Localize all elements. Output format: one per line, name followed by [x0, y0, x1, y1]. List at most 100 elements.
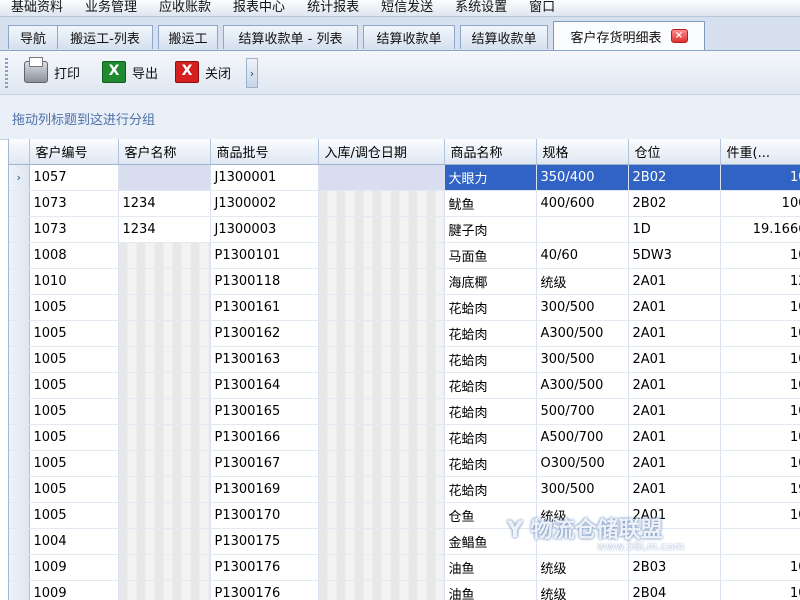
table-cell[interactable]: 油鱼 [444, 554, 537, 581]
toolbar-grip[interactable] [5, 58, 8, 88]
table-row[interactable]: ›1057 J1300001 大眼力350/4002B0210 [9, 164, 800, 191]
table-cell[interactable]: 花蛤肉 [444, 398, 537, 425]
row-indicator[interactable] [9, 268, 30, 295]
table-cell[interactable] [118, 268, 211, 295]
table-cell[interactable] [536, 528, 629, 555]
table-row[interactable]: 1005 P1300170 仓鱼统级2A0110 [9, 502, 800, 529]
table-cell[interactable]: 鱿鱼 [444, 190, 537, 217]
table-cell[interactable]: 花蛤肉 [444, 424, 537, 451]
table-cell[interactable] [318, 216, 445, 243]
table-cell[interactable]: 10 [720, 398, 800, 425]
table-row[interactable]: 1009 P1300176 油鱼统级2B0310 [9, 554, 800, 581]
table-cell[interactable] [318, 580, 445, 600]
row-indicator[interactable] [9, 372, 30, 399]
table-cell[interactable] [118, 372, 211, 399]
row-indicator[interactable] [9, 398, 30, 425]
tab-close-icon[interactable]: × [670, 29, 688, 43]
table-cell[interactable]: 100 [720, 190, 800, 217]
table-cell[interactable]: J1300003 [210, 216, 319, 243]
table-cell[interactable]: 19 [720, 476, 800, 503]
row-indicator[interactable] [9, 424, 30, 451]
table-row[interactable]: 1005 P1300163 花蛤肉300/5002A0110 [9, 346, 800, 373]
table-cell[interactable]: 花蛤肉 [444, 294, 537, 321]
table-cell[interactable]: 金鲳鱼 [444, 528, 537, 555]
tab-6[interactable]: 客户存货明细表 × [553, 21, 705, 50]
menu-item-5[interactable]: 短信发送 [370, 0, 444, 16]
table-cell[interactable]: A500/700 [536, 424, 629, 451]
table-cell[interactable]: 10 [720, 372, 800, 399]
table-cell[interactable]: 2A01 [628, 320, 721, 347]
table-cell[interactable]: 12 [720, 268, 800, 295]
table-cell[interactable] [628, 528, 721, 555]
table-cell[interactable]: A300/500 [536, 320, 629, 347]
column-header[interactable]: 客户名称 [118, 139, 211, 165]
table-cell[interactable]: 1005 [29, 294, 119, 321]
table-cell[interactable]: 1005 [29, 476, 119, 503]
row-indicator[interactable] [9, 528, 30, 555]
table-cell[interactable]: 统级 [536, 580, 629, 600]
table-row[interactable]: 1010 P1300118 海底椰统级2A0112 [9, 268, 800, 295]
table-row[interactable]: 1005 P1300169 花蛤肉300/5002A0119 [9, 476, 800, 503]
table-cell[interactable]: 1010 [29, 268, 119, 295]
table-cell[interactable]: 2A01 [628, 476, 721, 503]
column-header[interactable]: 客户编号 [29, 139, 119, 165]
table-cell[interactable] [318, 294, 445, 321]
table-cell[interactable]: 1234 [118, 216, 211, 243]
table-row[interactable]: 1005 P1300164 花蛤肉A300/5002A0110 [9, 372, 800, 399]
table-cell[interactable]: P1300164 [210, 372, 319, 399]
table-cell[interactable]: 1004 [29, 528, 119, 555]
menu-item-1[interactable]: 业务管理 [74, 0, 148, 16]
menu-item-4[interactable]: 统计报表 [296, 0, 370, 16]
column-header[interactable]: 商品批号 [210, 139, 319, 165]
table-cell[interactable]: 2A01 [628, 372, 721, 399]
table-cell[interactable] [318, 450, 445, 477]
table-cell[interactable] [118, 398, 211, 425]
column-header[interactable]: 件重(... [720, 139, 800, 165]
table-cell[interactable] [118, 450, 211, 477]
row-indicator[interactable] [9, 190, 30, 217]
menu-item-7[interactable]: 窗口 [518, 0, 566, 16]
column-header[interactable]: 仓位 [628, 139, 721, 165]
table-cell[interactable]: 2A01 [628, 450, 721, 477]
table-cell[interactable]: 10 [720, 502, 800, 529]
table-cell[interactable]: 500/700 [536, 398, 629, 425]
export-button[interactable]: X 导出 [102, 59, 158, 85]
table-cell[interactable]: 花蛤肉 [444, 476, 537, 503]
row-indicator[interactable] [9, 502, 30, 529]
table-cell[interactable]: P1300161 [210, 294, 319, 321]
row-indicator[interactable] [9, 450, 30, 477]
table-cell[interactable] [318, 554, 445, 581]
table-cell[interactable]: 仓鱼 [444, 502, 537, 529]
table-cell[interactable] [318, 528, 445, 555]
tab-0[interactable]: 导航 [8, 25, 58, 49]
table-cell[interactable] [118, 580, 211, 600]
table-cell[interactable]: 2B03 [628, 554, 721, 581]
table-cell[interactable]: 腱子肉 [444, 216, 537, 243]
table-cell[interactable]: 1234 [118, 190, 211, 217]
row-indicator[interactable] [9, 294, 30, 321]
table-cell[interactable] [318, 398, 445, 425]
table-cell[interactable]: 10 [720, 424, 800, 451]
column-header[interactable]: 规格 [536, 139, 629, 165]
table-cell[interactable] [536, 216, 629, 243]
table-cell[interactable] [318, 424, 445, 451]
table-cell[interactable]: A300/500 [536, 372, 629, 399]
table-cell[interactable]: 1009 [29, 580, 119, 600]
table-cell[interactable] [318, 190, 445, 217]
table-cell[interactable]: 10 [720, 294, 800, 321]
row-indicator[interactable] [9, 554, 30, 581]
menu-item-2[interactable]: 应收账款 [148, 0, 222, 16]
table-cell[interactable]: P1300165 [210, 398, 319, 425]
table-cell[interactable]: 1005 [29, 502, 119, 529]
table-cell[interactable]: 1057 [29, 164, 119, 191]
table-cell[interactable]: P1300169 [210, 476, 319, 503]
table-cell[interactable]: 2B02 [628, 164, 721, 191]
tab-1[interactable]: 搬运工-列表 [57, 25, 153, 49]
table-cell[interactable]: 40/60 [536, 242, 629, 269]
toolbar-overflow-button[interactable]: › [246, 58, 258, 88]
table-cell[interactable]: 300/500 [536, 346, 629, 373]
table-row[interactable]: 1009 P1300176 油鱼统级2B0410 [9, 580, 800, 600]
table-cell[interactable]: 花蛤肉 [444, 346, 537, 373]
tab-4[interactable]: 结算收款单 [363, 25, 455, 49]
table-cell[interactable]: 10 [720, 346, 800, 373]
